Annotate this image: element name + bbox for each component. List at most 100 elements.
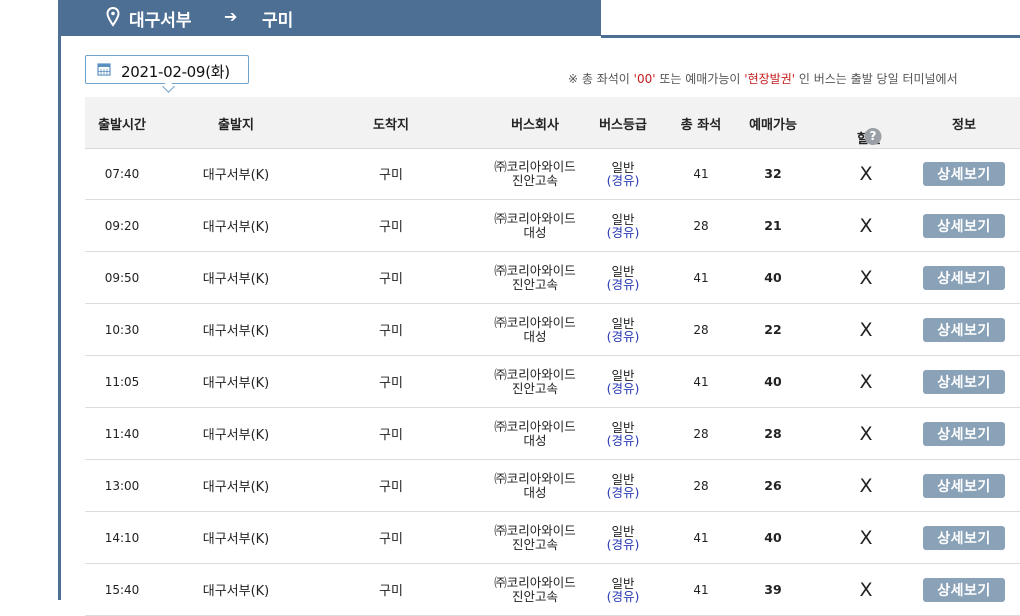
bus-grade: 일반 (경유)	[606, 263, 640, 292]
route-header: 대구서부 ➔ 구미	[61, 0, 601, 36]
detail-button[interactable]: 상세보기	[923, 161, 1005, 186]
departure-terminal: 대구서부(K)	[202, 480, 270, 495]
table-row: 10:30 대구서부(K) 구미 ㈜코리아와이드 대성 일반 (경유) 28 22 …	[85, 304, 1020, 356]
available-seats: 40	[764, 530, 782, 545]
arrival-terminal: 구미	[379, 376, 403, 391]
discount-mark: X	[859, 214, 873, 237]
total-seats: 41	[693, 166, 709, 181]
bus-grade: 일반 (경유)	[606, 367, 640, 396]
departure-terminal: 대구서부(K)	[202, 376, 270, 391]
total-seats: 28	[693, 426, 709, 441]
table-row: 11:05 대구서부(K) 구미 ㈜코리아와이드 진안고속 일반 (경유) 41 4…	[85, 356, 1020, 408]
bus-grade: 일반 (경유)	[606, 471, 640, 500]
bus-company: ㈜코리아와이드 진안고속	[494, 522, 576, 552]
total-seats: 41	[693, 270, 709, 285]
detail-button[interactable]: 상세보기	[923, 213, 1005, 238]
discount-mark: X	[859, 474, 873, 497]
detail-button[interactable]: 상세보기	[923, 577, 1005, 602]
arrow-right-icon: ➔	[224, 7, 238, 26]
table-row: 13:00 대구서부(K) 구미 ㈜코리아와이드 대성 일반 (경유) 28 26 …	[85, 460, 1020, 512]
available-seats: 40	[764, 270, 782, 285]
arrival-terminal: 구미	[379, 428, 403, 443]
header-divider	[601, 35, 1020, 38]
col-info: 정보	[952, 118, 976, 133]
bus-grade: 일반 (경유)	[606, 315, 640, 344]
departure-time: 10:30	[104, 322, 140, 337]
discount-mark: X	[859, 266, 873, 289]
available-seats: 32	[764, 166, 782, 181]
arrival-terminal: 구미	[379, 168, 403, 183]
departure-time: 11:05	[104, 374, 140, 389]
bus-company: ㈜코리아와이드 진안고속	[494, 366, 576, 396]
col-available: 예매가능	[749, 118, 797, 133]
departure-time: 14:10	[104, 530, 140, 545]
departure-time: 07:40	[104, 166, 140, 181]
departure-terminal: 대구서부(K)	[202, 220, 270, 235]
table-row: 09:50 대구서부(K) 구미 ㈜코리아와이드 진안고속 일반 (경유) 41 4…	[85, 252, 1020, 304]
table-row: 09:20 대구서부(K) 구미 ㈜코리아와이드 대성 일반 (경유) 28 21 …	[85, 200, 1020, 252]
bus-company: ㈜코리아와이드 대성	[494, 210, 576, 240]
detail-button[interactable]: 상세보기	[923, 421, 1005, 446]
total-seats: 28	[693, 478, 709, 493]
detail-button[interactable]: 상세보기	[923, 473, 1005, 498]
calendar-icon	[97, 63, 111, 76]
location-pin-icon	[106, 7, 120, 27]
detail-button[interactable]: 상세보기	[923, 369, 1005, 394]
departure-time: 09:20	[104, 218, 140, 233]
discount-mark: X	[859, 422, 873, 445]
date-selector[interactable]: 2021-02-09(화)	[85, 55, 249, 93]
col-company: 버스회사	[511, 118, 559, 133]
arrival-terminal: 구미	[379, 532, 403, 547]
bus-grade: 일반 (경유)	[606, 575, 640, 604]
bus-grade: 일반 (경유)	[606, 419, 640, 448]
departure-terminal: 대구서부(K)	[202, 532, 270, 547]
table-row: 15:40 대구서부(K) 구미 ㈜코리아와이드 진안고속 일반 (경유) 41 3…	[85, 564, 1020, 616]
table-header: 출발시간 출발지 도착지 버스회사 버스등급 총 좌석 예매가능 할인? 정보	[85, 97, 1020, 149]
schedule-table: 07:40 대구서부(K) 구미 ㈜코리아와이드 진안고속 일반 (경유) 41 3…	[85, 148, 1020, 616]
bus-company: ㈜코리아와이드 진안고속	[494, 574, 576, 604]
discount-mark: X	[859, 162, 873, 185]
departure-time: 13:00	[104, 478, 140, 493]
departure-time: 09:50	[104, 270, 140, 285]
departure-terminal: 대구서부(K)	[202, 584, 270, 599]
arrival-terminal: 구미	[379, 272, 403, 287]
left-border	[58, 0, 61, 600]
discount-mark: X	[859, 370, 873, 393]
bus-grade: 일반 (경유)	[606, 523, 640, 552]
detail-button[interactable]: 상세보기	[923, 265, 1005, 290]
col-grade: 버스등급	[599, 118, 647, 133]
available-seats: 28	[764, 426, 782, 441]
available-seats: 40	[764, 374, 782, 389]
available-seats: 39	[764, 582, 782, 597]
departure-terminal: 대구서부(K)	[202, 272, 270, 287]
bus-company: ㈜코리아와이드 진안고속	[494, 158, 576, 188]
detail-button[interactable]: 상세보기	[923, 317, 1005, 342]
help-icon[interactable]: ?	[864, 128, 882, 145]
available-seats: 22	[764, 322, 782, 337]
departure-time: 15:40	[104, 582, 140, 597]
available-seats: 21	[764, 218, 782, 233]
departure-terminal: 대구서부(K)	[202, 428, 270, 443]
total-seats: 41	[693, 374, 709, 389]
arrival-terminal: 구미	[379, 584, 403, 599]
date-box-pointer	[162, 80, 175, 93]
total-seats: 41	[693, 530, 709, 545]
departure-time: 11:40	[104, 426, 140, 441]
col-departure: 출발지	[218, 118, 254, 133]
discount-mark: X	[859, 318, 873, 341]
detail-button[interactable]: 상세보기	[923, 525, 1005, 550]
route-arrival: 구미	[262, 11, 294, 31]
departure-terminal: 대구서부(K)	[202, 168, 270, 183]
departure-terminal: 대구서부(K)	[202, 324, 270, 339]
arrival-terminal: 구미	[379, 220, 403, 235]
table-row: 11:40 대구서부(K) 구미 ㈜코리아와이드 대성 일반 (경유) 28 28 …	[85, 408, 1020, 460]
total-seats: 41	[693, 582, 709, 597]
route-departure: 대구서부	[129, 11, 192, 31]
bus-company: ㈜코리아와이드 진안고속	[494, 262, 576, 292]
arrival-terminal: 구미	[379, 324, 403, 339]
discount-mark: X	[859, 526, 873, 549]
bus-grade: 일반 (경유)	[606, 159, 640, 188]
col-time: 출발시간	[98, 118, 146, 133]
total-seats: 28	[693, 218, 709, 233]
date-text: 2021-02-09(화)	[121, 63, 230, 81]
